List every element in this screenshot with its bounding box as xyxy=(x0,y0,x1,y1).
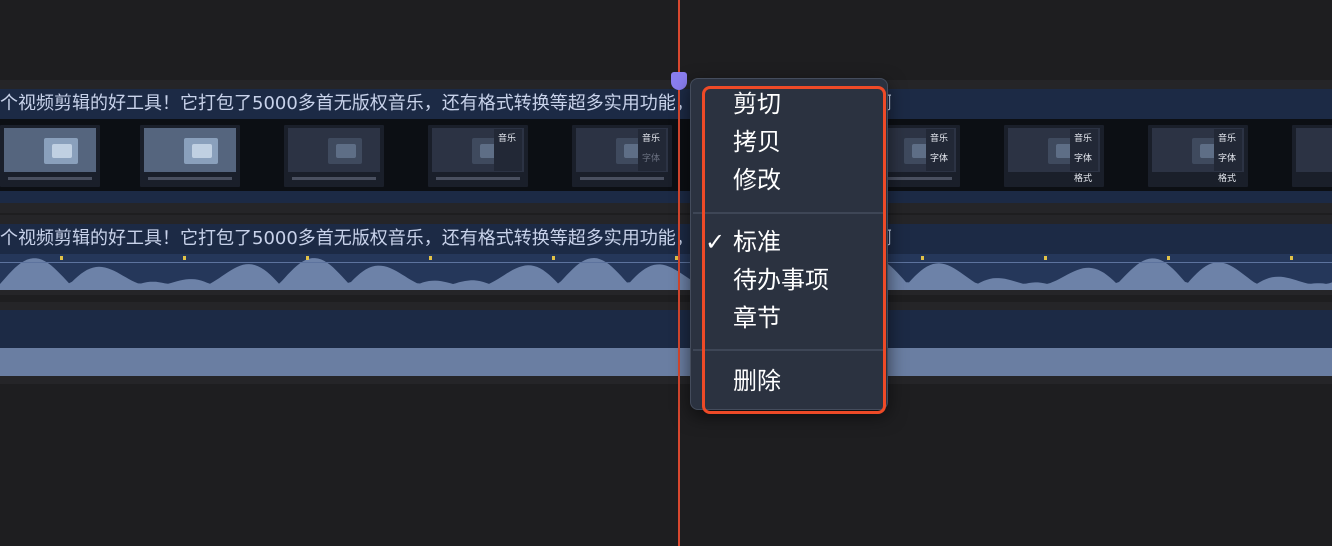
menu-item-label: 拷贝 xyxy=(733,128,781,156)
video-thumbnail xyxy=(284,125,384,187)
audio-clip-title: 个视频剪辑的好工具！它打包了5000多首无版权音乐，还有格式转换等超多实用功能，… xyxy=(0,228,892,249)
thumbnail-label-format: 格式 xyxy=(1073,174,1092,184)
video-thumbnail: 音乐 字体 格式 xyxy=(1004,125,1104,187)
waveform-peak xyxy=(1044,256,1047,260)
menu-item-label: 待办事项 xyxy=(733,266,829,294)
waveform-peak xyxy=(183,256,186,260)
menu-separator xyxy=(693,349,883,351)
video-clip-title: 个视频剪辑的好工具！它打包了5000多首无版权音乐，还有格式转换等超多实用功能，… xyxy=(0,93,892,114)
waveform-peak xyxy=(1167,256,1170,260)
video-thumbnail: 音乐 字体 格式 xyxy=(1148,125,1248,187)
menu-item-label: 标准 xyxy=(733,228,781,256)
video-thumbnail xyxy=(140,125,240,187)
waveform-peak xyxy=(1290,256,1293,260)
video-thumbnail: 音乐 字体 xyxy=(572,125,672,187)
menu-item-standard[interactable]: ✓ 标准 xyxy=(705,225,781,259)
waveform-peak xyxy=(60,256,63,260)
thumbnail-label-format: 格式 xyxy=(1217,174,1236,184)
thumbnail-label-music: 音乐 xyxy=(1217,134,1236,144)
thumbnail-label-music: 音乐 xyxy=(929,134,948,144)
waveform-peak xyxy=(552,256,555,260)
video-clip-footer xyxy=(0,191,1332,203)
video-clip[interactable]: 个视频剪辑的好工具！它打包了5000多首无版权音乐，还有格式转换等超多实用功能，… xyxy=(0,89,1332,203)
menu-item-todo[interactable]: 待办事项 xyxy=(733,263,829,297)
menu-separator xyxy=(693,212,883,214)
menu-item-label: 剪切 xyxy=(733,90,781,118)
menu-item-copy[interactable]: 拷贝 xyxy=(733,125,781,159)
thumbnail-label-music: 音乐 xyxy=(497,134,516,144)
checkmark-icon: ✓ xyxy=(705,228,726,256)
thumbnail-label-music: 音乐 xyxy=(1073,134,1092,144)
context-menu: 剪切 拷贝 修改 ✓ 标准 待办事项 章节 删除 xyxy=(690,78,888,410)
thumbnail-label-music: 音乐 xyxy=(641,134,660,144)
thumbnail-label-font: 字体 xyxy=(641,154,660,164)
video-thumbnail: 音乐 字体 xyxy=(1292,125,1332,187)
video-thumbnail: 音乐 xyxy=(428,125,528,187)
thumbnail-label-font: 字体 xyxy=(929,154,948,164)
menu-item-chapter[interactable]: 章节 xyxy=(733,301,781,335)
menu-item-modify[interactable]: 修改 xyxy=(733,163,781,197)
menu-item-cut[interactable]: 剪切 xyxy=(733,87,781,121)
menu-item-label: 章节 xyxy=(733,304,781,332)
audio-volume-line[interactable] xyxy=(0,262,1332,263)
music-audio-track[interactable] xyxy=(0,310,1332,376)
waveform-peak xyxy=(429,256,432,260)
playhead-handle[interactable] xyxy=(671,72,687,90)
video-thumbnail xyxy=(0,125,100,187)
audio-waveform xyxy=(0,254,1332,290)
waveform-peak xyxy=(306,256,309,260)
clip-audio-track[interactable]: 个视频剪辑的好工具！它打包了5000多首无版权音乐，还有格式转换等超多实用功能，… xyxy=(0,224,1332,290)
thumbnail-label-font: 字体 xyxy=(1073,154,1092,164)
waveform-peak xyxy=(921,256,924,260)
video-filmstrip[interactable]: 音乐 音乐 字体 音乐 字体 音乐 字体 格式 音乐 字体 格式 音乐 字体 xyxy=(0,119,1332,191)
menu-item-label: 修改 xyxy=(733,166,781,194)
audio-waveform-graphic xyxy=(0,256,1332,290)
thumbnail-label-font: 字体 xyxy=(1217,154,1236,164)
menu-item-label: 删除 xyxy=(733,367,781,395)
music-clip-body xyxy=(0,348,1332,376)
menu-item-delete[interactable]: 删除 xyxy=(733,364,781,398)
